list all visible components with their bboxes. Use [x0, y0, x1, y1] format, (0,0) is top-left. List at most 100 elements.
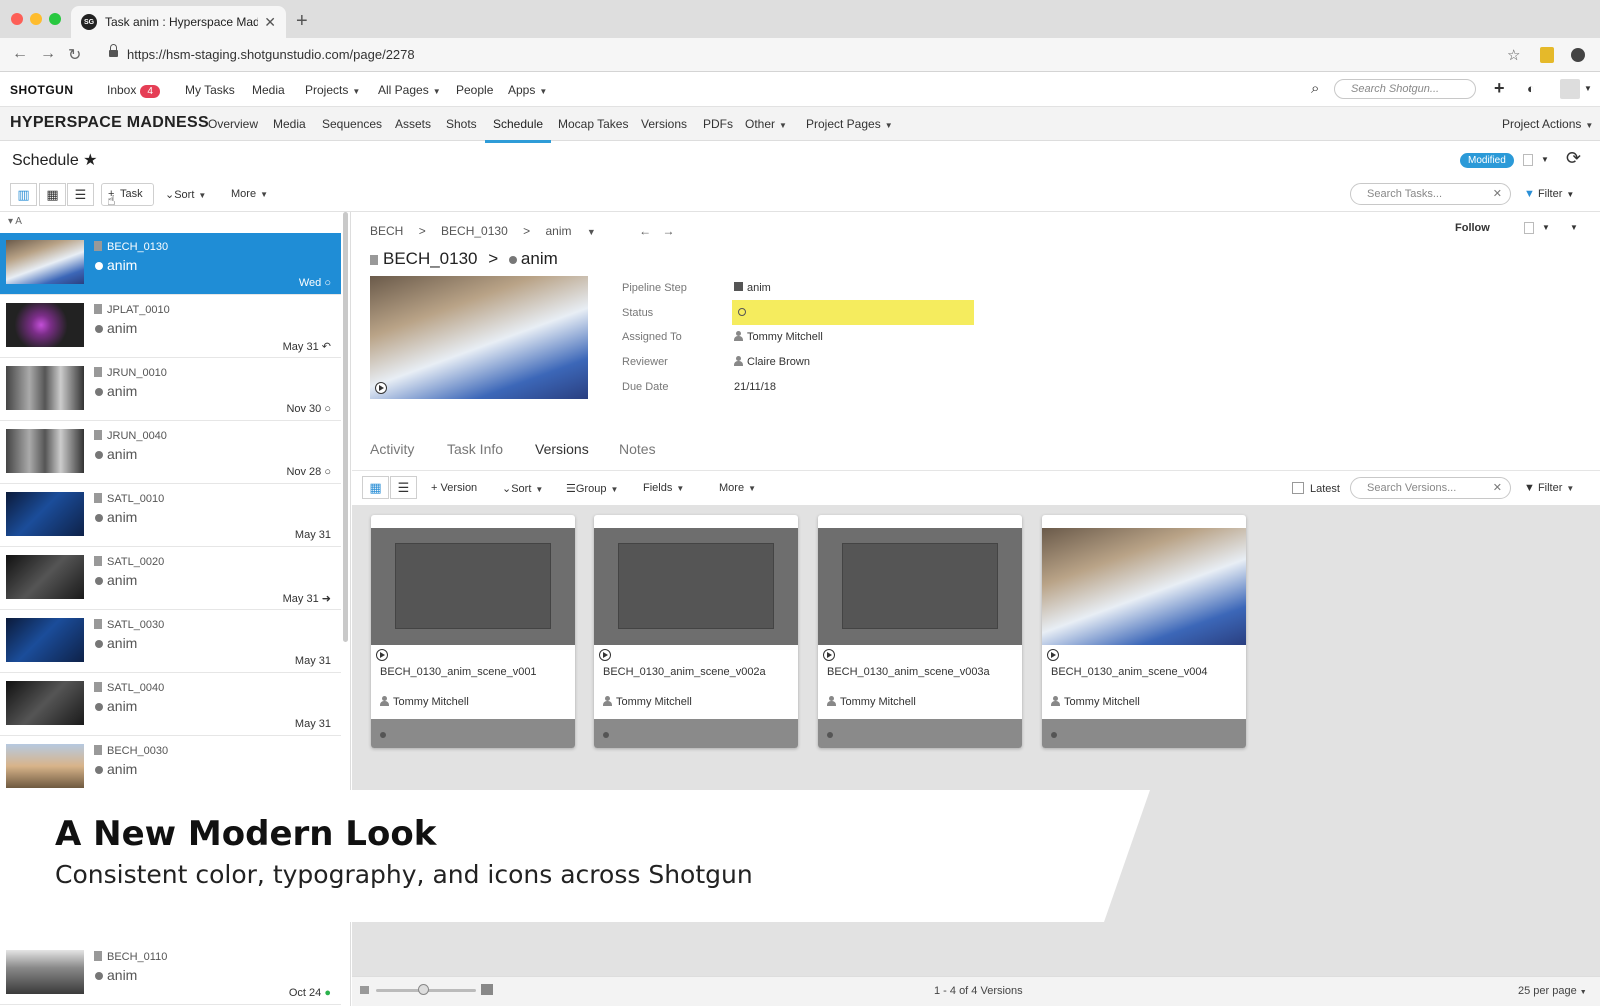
project-name[interactable]: HYPERSPACE MADNESS: [10, 114, 209, 132]
chevron-down-icon[interactable]: ▼: [587, 227, 596, 237]
status-field[interactable]: [732, 300, 974, 325]
group-header[interactable]: ▾ A: [0, 212, 350, 232]
task-row[interactable]: BECH_0130 anim Wed ○: [0, 233, 341, 295]
follow-button[interactable]: Follow: [1455, 222, 1490, 234]
tab-notes[interactable]: Notes: [619, 441, 656, 457]
breadcrumb-item[interactable]: BECH: [370, 224, 403, 238]
close-window-button[interactable]: [11, 13, 23, 25]
version-user[interactable]: Tommy Mitchell: [603, 696, 692, 708]
version-card[interactable]: BECH_0130_anim_scene_v004 Tommy Mitchell: [1042, 515, 1246, 748]
task-row[interactable]: SATL_0010 anim May 31: [0, 485, 341, 547]
tab-versions[interactable]: Versions: [535, 441, 589, 457]
scrollbar[interactable]: [343, 212, 348, 642]
user-avatar[interactable]: [1560, 79, 1580, 99]
new-tab-icon[interactable]: +: [296, 10, 308, 33]
pipeline-step-value[interactable]: anim: [734, 282, 771, 294]
search-icon[interactable]: ⌕: [1311, 80, 1319, 97]
tab-activity[interactable]: Activity: [370, 441, 414, 457]
version-name[interactable]: BECH_0130_anim_scene_v002a: [603, 666, 766, 678]
version-name[interactable]: BECH_0130_anim_scene_v001: [380, 666, 537, 678]
play-icon[interactable]: [599, 649, 611, 661]
page-icon[interactable]: [1524, 222, 1534, 234]
refresh-icon[interactable]: ⟳: [1566, 148, 1581, 169]
grid-view-icon[interactable]: ▦: [362, 476, 389, 499]
nav-inbox[interactable]: Inbox 4: [107, 83, 160, 98]
detail-view-icon[interactable]: ▥: [10, 183, 37, 206]
tab-assets[interactable]: Assets: [395, 117, 431, 131]
clear-search-icon[interactable]: ✕: [1493, 187, 1502, 200]
browser-tab[interactable]: SG Task anim : Hyperspace Madness ✕: [71, 6, 286, 38]
nav-projects[interactable]: Projects ▼: [305, 83, 360, 97]
chevron-down-icon[interactable]: ▼: [1584, 84, 1592, 93]
night-mode-icon[interactable]: ◐: [1527, 81, 1535, 96]
breadcrumb-item[interactable]: anim: [545, 224, 571, 238]
tab-project-pages[interactable]: Project Pages ▼: [806, 117, 893, 131]
tab-other[interactable]: Other ▼: [745, 117, 787, 131]
version-user[interactable]: Tommy Mitchell: [1051, 696, 1140, 708]
play-icon[interactable]: [375, 382, 387, 394]
sort-menu[interactable]: ⌄Sort ▼: [502, 482, 543, 495]
task-row[interactable]: BECH_0030 anim: [0, 737, 341, 799]
project-actions-menu[interactable]: Project Actions ▼: [1502, 117, 1593, 131]
previous-arrow-icon[interactable]: ←: [639, 224, 651, 238]
task-row[interactable]: SATL_0030 anim May 31: [0, 611, 341, 673]
per-page-select[interactable]: 25 per page ▼: [1518, 985, 1587, 997]
clear-search-icon[interactable]: ✕: [1493, 481, 1502, 494]
next-arrow-icon[interactable]: →: [662, 224, 674, 238]
tab-shots[interactable]: Shots: [446, 117, 477, 131]
sort-menu[interactable]: ⌄Sort ▼: [165, 188, 206, 201]
version-user[interactable]: Tommy Mitchell: [827, 696, 916, 708]
url-field[interactable]: https://hsm-staging.shotgunstudio.com/pa…: [127, 47, 415, 62]
tab-task-info[interactable]: Task Info: [447, 441, 503, 457]
chevron-down-icon[interactable]: ▼: [1570, 223, 1578, 232]
breadcrumb-item[interactable]: BECH_0130: [441, 224, 508, 238]
filter-menu[interactable]: ▼ Filter ▼: [1524, 188, 1574, 200]
version-name[interactable]: BECH_0130_anim_scene_v003a: [827, 666, 990, 678]
search-versions-input[interactable]: Search Versions... ✕: [1350, 477, 1511, 499]
group-menu[interactable]: ☰Group ▼: [566, 482, 618, 495]
back-icon[interactable]: ←: [12, 45, 28, 63]
fields-menu[interactable]: Fields ▼: [643, 482, 684, 494]
tab-versions[interactable]: Versions: [641, 117, 687, 131]
bookmark-star-icon[interactable]: ☆: [1507, 46, 1520, 64]
chevron-down-icon[interactable]: ▼: [1542, 223, 1550, 232]
maximize-window-button[interactable]: [49, 13, 61, 25]
global-search-input[interactable]: Search Shotgun...: [1334, 79, 1476, 99]
minimize-window-button[interactable]: [30, 13, 42, 25]
version-user[interactable]: Tommy Mitchell: [380, 696, 469, 708]
profile-menu-icon[interactable]: [1571, 48, 1585, 62]
more-menu[interactable]: More ▼: [231, 188, 268, 200]
tab-mocap-takes[interactable]: Mocap Takes: [558, 117, 628, 131]
play-icon[interactable]: [1047, 649, 1059, 661]
tab-overview[interactable]: Overview: [208, 117, 258, 131]
reviewer-value[interactable]: Claire Brown: [734, 356, 810, 368]
due-date-value[interactable]: 21/11/18: [734, 381, 776, 393]
task-row[interactable]: SATL_0040 anim May 31: [0, 674, 341, 736]
assigned-to-value[interactable]: Tommy Mitchell: [734, 331, 823, 343]
search-tasks-input[interactable]: Search Tasks... ✕: [1350, 183, 1511, 205]
task-row[interactable]: SATL_0020 anim May 31 ➜: [0, 548, 341, 610]
tab-pdfs[interactable]: PDFs: [703, 117, 733, 131]
close-tab-icon[interactable]: ✕: [264, 14, 276, 31]
nav-media[interactable]: Media: [252, 83, 285, 97]
reload-icon[interactable]: ↻: [68, 45, 81, 65]
add-version-button[interactable]: + Version: [431, 482, 477, 494]
chevron-down-icon[interactable]: ▼: [1541, 155, 1549, 164]
task-row[interactable]: JRUN_0040 anim Nov 28 ○: [0, 422, 341, 484]
favorite-star-icon[interactable]: ★: [83, 152, 97, 169]
play-icon[interactable]: [376, 649, 388, 661]
nav-apps[interactable]: Apps ▼: [508, 83, 547, 97]
modified-badge[interactable]: Modified: [1460, 153, 1514, 168]
task-row[interactable]: JPLAT_0010 anim May 31 ↶: [0, 296, 341, 358]
extension-icon[interactable]: [1540, 47, 1554, 63]
task-row[interactable]: BECH_0110 anim Oct 24 ●: [0, 943, 341, 1005]
version-card[interactable]: BECH_0130_anim_scene_v002a Tommy Mitchel…: [594, 515, 798, 748]
filter-menu[interactable]: ▼ Filter ▼: [1524, 482, 1574, 494]
latest-checkbox[interactable]: Latest: [1292, 482, 1340, 495]
version-card[interactable]: BECH_0130_anim_scene_v003a Tommy Mitchel…: [818, 515, 1022, 748]
version-card[interactable]: BECH_0130_anim_scene_v001 Tommy Mitchell: [371, 515, 575, 748]
slider-handle[interactable]: [418, 984, 429, 995]
shotgun-logo[interactable]: SHOTGUN: [10, 83, 74, 97]
list-view-icon[interactable]: ☰: [390, 476, 417, 499]
tab-schedule[interactable]: Schedule: [484, 117, 552, 143]
